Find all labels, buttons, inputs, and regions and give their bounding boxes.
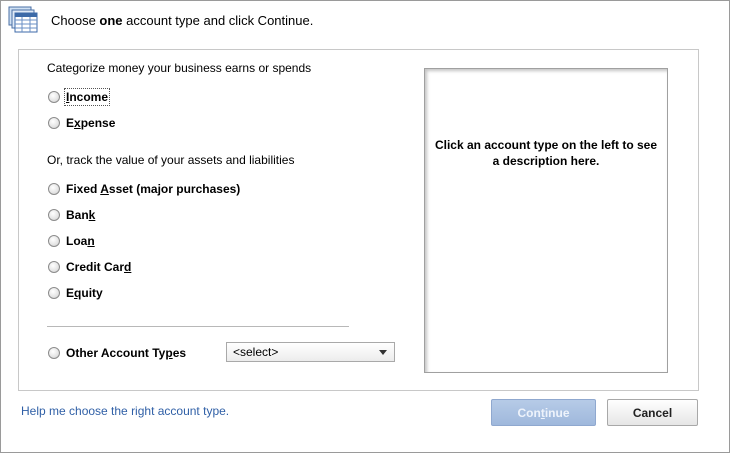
- dropdown-arrow-icon[interactable]: [379, 350, 387, 355]
- radio-expense[interactable]: Expense: [48, 114, 115, 132]
- radio-label-loan: Loan: [66, 234, 95, 248]
- radio-button[interactable]: [48, 117, 60, 129]
- radio-fixed-asset[interactable]: Fixed Asset (major purchases): [48, 180, 240, 198]
- help-link[interactable]: Help me choose the right account type.: [21, 404, 229, 418]
- radio-button[interactable]: [48, 183, 60, 195]
- radio-label-equity: Equity: [66, 286, 103, 300]
- account-register-icon: [8, 6, 38, 33]
- select-value: <select>: [233, 345, 279, 359]
- radio-bank[interactable]: Bank: [48, 206, 95, 224]
- radio-label-expense: Expense: [66, 116, 116, 130]
- radio-button[interactable]: [48, 209, 60, 221]
- radio-button[interactable]: [48, 347, 60, 359]
- radio-credit-card[interactable]: Credit Card: [48, 258, 131, 276]
- radio-button[interactable]: [48, 287, 60, 299]
- radio-label-income: Income: [63, 88, 111, 106]
- radio-other-account-types[interactable]: Other Account Types: [48, 344, 186, 362]
- account-type-panel: Categorize money your business earns or …: [18, 49, 699, 391]
- radio-income[interactable]: Income: [48, 88, 111, 106]
- radio-button[interactable]: [48, 261, 60, 273]
- cancel-button[interactable]: Cancel: [607, 399, 698, 426]
- radio-loan[interactable]: Loan: [48, 232, 95, 250]
- radio-label-bank: Bank: [66, 208, 96, 222]
- radio-equity[interactable]: Equity: [48, 284, 103, 302]
- dialog-instruction: Choose one account type and click Contin…: [51, 13, 314, 28]
- radio-label-fixed-asset: Fixed Asset (major purchases): [66, 182, 241, 196]
- categorize-heading: Categorize money your business earns or …: [47, 61, 312, 75]
- description-text: Click an account type on the left to see…: [434, 138, 658, 168]
- radio-button[interactable]: [48, 235, 60, 247]
- continue-button[interactable]: Con t inue: [491, 399, 596, 426]
- dialog-window: Choose one account type and click Contin…: [0, 0, 730, 453]
- section-divider: [47, 326, 349, 327]
- radio-label-other-account-types: Other Account Types: [66, 346, 187, 360]
- radio-label-credit-card: Credit Card: [66, 260, 132, 274]
- other-account-type-select[interactable]: <select>: [226, 342, 395, 362]
- radio-button[interactable]: [48, 91, 60, 103]
- track-heading: Or, track the value of your assets and l…: [47, 153, 295, 167]
- description-box: Click an account type on the left to see…: [424, 68, 668, 373]
